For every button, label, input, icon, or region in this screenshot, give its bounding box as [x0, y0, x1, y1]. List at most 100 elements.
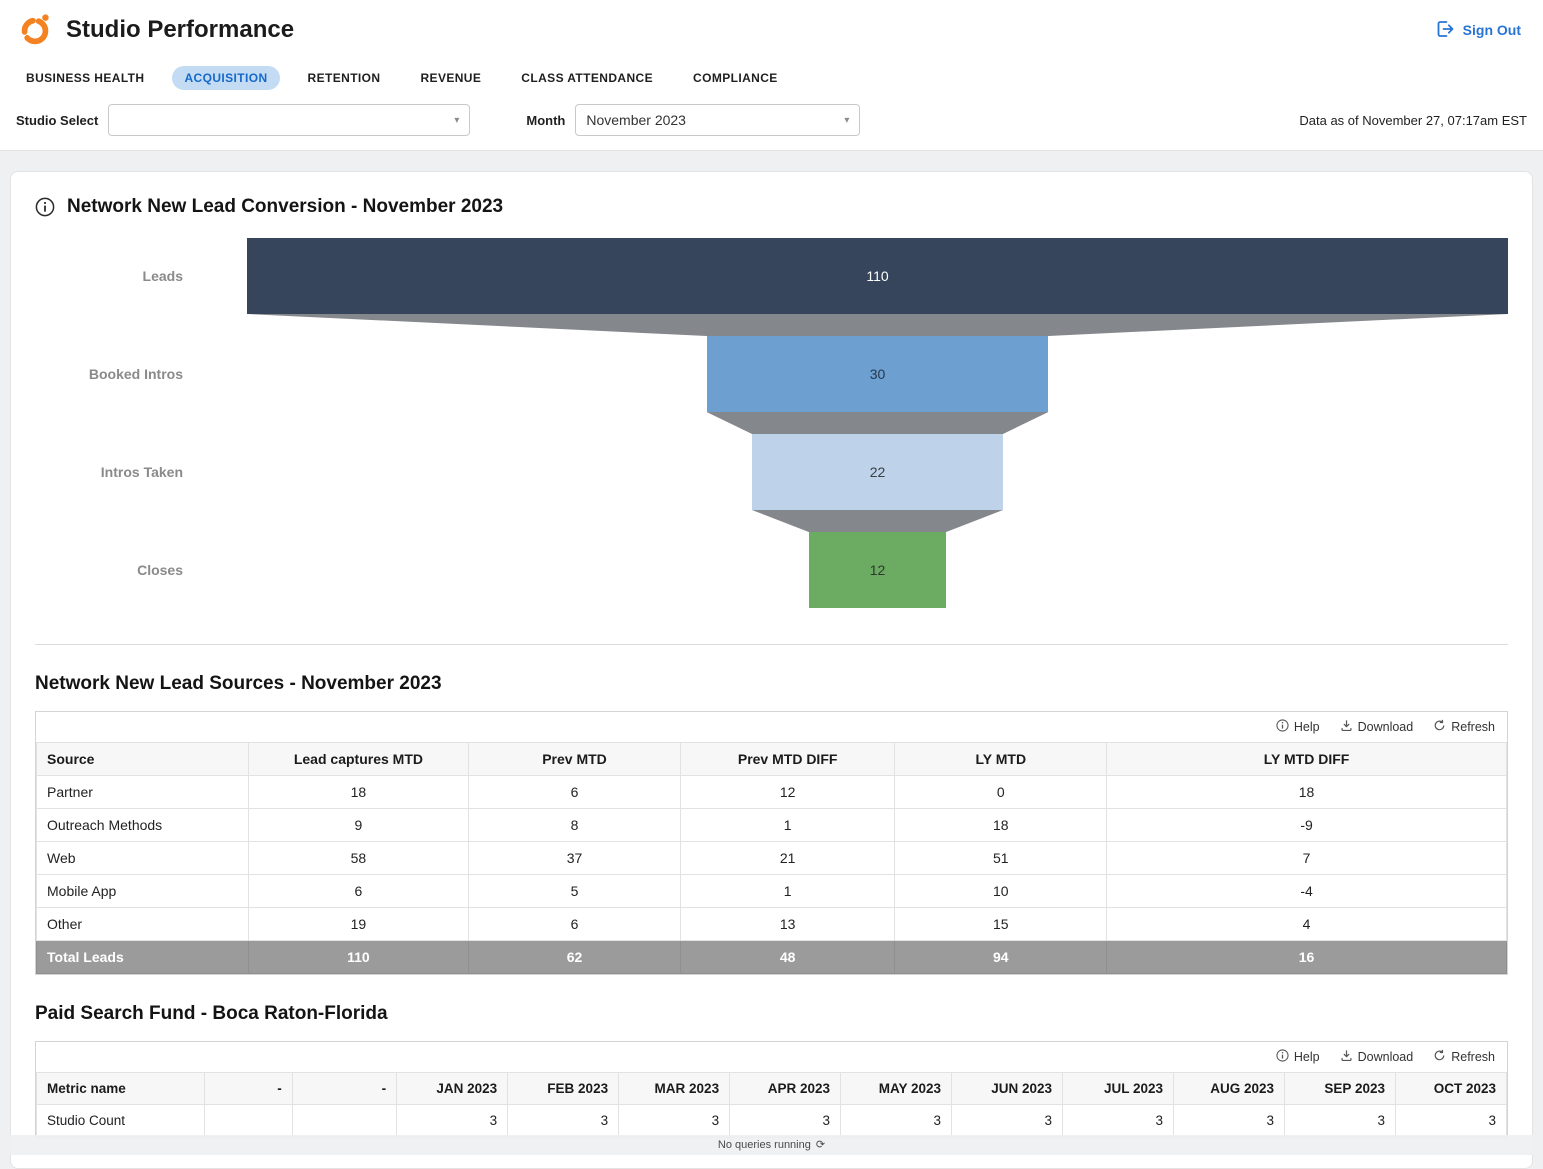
- column-header: AUG 2023: [1174, 1073, 1285, 1105]
- cell: 0: [895, 776, 1107, 809]
- help-icon: [1276, 719, 1289, 735]
- column-header: Lead captures MTD: [248, 743, 469, 776]
- funnel-connector-row: [35, 314, 1508, 336]
- column-header: LY MTD DIFF: [1107, 743, 1507, 776]
- sign-out-button[interactable]: Sign Out: [1435, 19, 1527, 42]
- studio-select-label: Studio Select: [16, 113, 98, 128]
- filter-bar: Studio Select ▾ Month November 2023 ▾ Da…: [0, 100, 1543, 136]
- funnel-connector: [247, 510, 1508, 532]
- column-header: JUN 2023: [952, 1073, 1063, 1105]
- chevron-down-icon: ▾: [454, 115, 459, 126]
- cell: 1: [680, 875, 895, 908]
- column-header: Source: [37, 743, 249, 776]
- cell: 19: [248, 908, 469, 941]
- funnel-connector-row: [35, 412, 1508, 434]
- data-as-of-text: Data as of November 27, 07:17am EST: [1299, 113, 1527, 128]
- help-icon: [1276, 1049, 1289, 1065]
- funnel-stage-label: Closes: [35, 532, 247, 608]
- column-header: MAY 2023: [841, 1073, 952, 1105]
- cell: 8: [469, 809, 681, 842]
- column-header: APR 2023: [730, 1073, 841, 1105]
- cell: 6: [469, 776, 681, 809]
- funnel-stage-row: Intros Taken 22: [35, 434, 1508, 510]
- cell: 5: [469, 875, 681, 908]
- cell: 110: [248, 941, 469, 974]
- cell: 18: [895, 809, 1107, 842]
- funnel-bar: 110: [247, 238, 1508, 314]
- download-icon: [1340, 719, 1353, 735]
- cell: 18: [1107, 776, 1507, 809]
- cell: 9: [248, 809, 469, 842]
- cell: Web: [37, 842, 249, 875]
- funnel-stage-row: Leads 110: [35, 238, 1508, 314]
- column-header: Metric name: [37, 1073, 205, 1105]
- cell: 3: [1174, 1105, 1285, 1137]
- cell: Studio Count: [37, 1105, 205, 1137]
- download-label: Download: [1358, 1050, 1414, 1064]
- column-header: LY MTD: [895, 743, 1107, 776]
- column-header: JUL 2023: [1063, 1073, 1174, 1105]
- funnel-connector-row: [35, 510, 1508, 532]
- month-dropdown[interactable]: November 2023 ▾: [575, 104, 860, 136]
- paid-search-table: Metric name - - JAN 2023 FEB 2023 MAR 20…: [36, 1072, 1507, 1137]
- sign-out-icon: [1435, 19, 1455, 42]
- sign-out-label: Sign Out: [1463, 22, 1521, 38]
- help-button[interactable]: Help: [1276, 1049, 1320, 1065]
- cell: 48: [680, 941, 895, 974]
- studio-select-dropdown[interactable]: ▾: [108, 104, 470, 136]
- cell: 58: [248, 842, 469, 875]
- cell: Other: [37, 908, 249, 941]
- info-icon[interactable]: [35, 197, 55, 217]
- help-button[interactable]: Help: [1276, 719, 1320, 735]
- refresh-button[interactable]: Refresh: [1433, 719, 1495, 735]
- tab-class-attendance[interactable]: CLASS ATTENDANCE: [509, 66, 665, 90]
- download-icon: [1340, 1049, 1353, 1065]
- funnel-bar-value: 110: [866, 268, 888, 284]
- cell: 3: [508, 1105, 619, 1137]
- column-header: -: [204, 1073, 292, 1105]
- month-label: Month: [526, 113, 565, 128]
- tab-revenue[interactable]: REVENUE: [408, 66, 493, 90]
- refresh-icon: [1433, 719, 1446, 735]
- funnel-stage-row: Closes 12: [35, 532, 1508, 608]
- tab-acquisition[interactable]: ACQUISITION: [172, 66, 279, 90]
- refresh-label: Refresh: [1451, 1050, 1495, 1064]
- cell: [292, 1105, 396, 1137]
- tab-business-health[interactable]: BUSINESS HEALTH: [14, 66, 156, 90]
- table-row: Other 19 6 13 15 4: [37, 908, 1507, 941]
- tab-compliance[interactable]: COMPLIANCE: [681, 66, 790, 90]
- help-label: Help: [1294, 720, 1320, 734]
- cell: Mobile App: [37, 875, 249, 908]
- cell: Partner: [37, 776, 249, 809]
- lead-sources-table-box: Help Download Refresh Source Lead captur…: [35, 711, 1508, 975]
- funnel-connector: [247, 412, 1508, 434]
- funnel-stage-label: Leads: [35, 238, 247, 314]
- cell: 37: [469, 842, 681, 875]
- funnel-bar: 22: [752, 434, 1003, 510]
- lead-conversion-funnel-chart: Leads 110 Booked Intros 30 Intros Taken …: [35, 226, 1508, 642]
- lead-sources-table: Source Lead captures MTD Prev MTD Prev M…: [36, 742, 1507, 974]
- sync-icon: ⟳: [816, 1139, 825, 1151]
- section-divider: [35, 644, 1508, 645]
- lead-sources-toolbar: Help Download Refresh: [36, 712, 1507, 742]
- cell: 6: [469, 908, 681, 941]
- cell: 3: [397, 1105, 508, 1137]
- cell: 13: [680, 908, 895, 941]
- funnel-bar: 12: [809, 532, 946, 608]
- page-title: Studio Performance: [66, 16, 294, 44]
- paid-search-title: Paid Search Fund - Boca Raton-Florida: [35, 1003, 1508, 1025]
- cell: [204, 1105, 292, 1137]
- table-row: Studio Count 3 3 3 3 3 3 3 3 3 3: [37, 1105, 1507, 1137]
- tab-retention[interactable]: RETENTION: [296, 66, 393, 90]
- table-row: Partner 18 6 12 0 18: [37, 776, 1507, 809]
- table-header-row: Metric name - - JAN 2023 FEB 2023 MAR 20…: [37, 1073, 1507, 1105]
- download-button[interactable]: Download: [1340, 1049, 1414, 1065]
- download-button[interactable]: Download: [1340, 719, 1414, 735]
- main-content-card: Network New Lead Conversion - November 2…: [10, 171, 1533, 1169]
- funnel-stage-row: Booked Intros 30: [35, 336, 1508, 412]
- cell: 15: [895, 908, 1107, 941]
- cell: 3: [841, 1105, 952, 1137]
- cell: -4: [1107, 875, 1507, 908]
- refresh-button[interactable]: Refresh: [1433, 1049, 1495, 1065]
- help-label: Help: [1294, 1050, 1320, 1064]
